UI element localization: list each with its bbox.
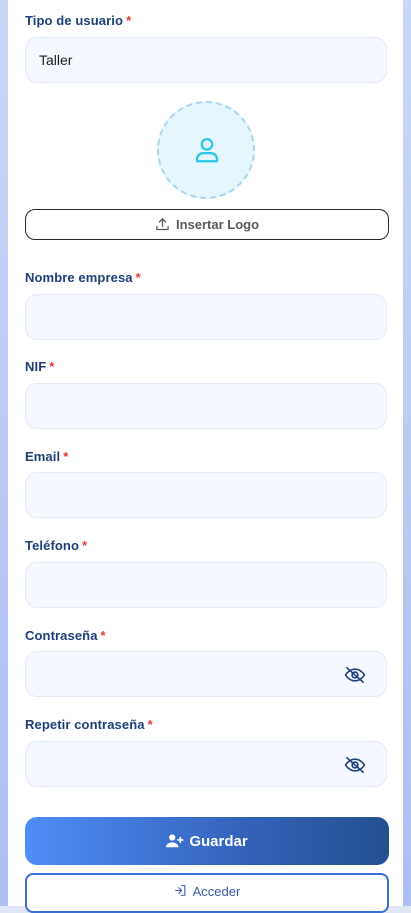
password-repeat-label: Repetir contraseña *: [25, 717, 153, 732]
register-form: Tipo de usuario * Taller Insertar Logo No…: [8, 0, 403, 913]
left-edge: [0, 0, 8, 906]
save-label: Guardar: [189, 832, 248, 850]
right-edge: [403, 0, 411, 906]
required-mark: *: [49, 359, 55, 374]
nif-label: NIF *: [25, 359, 55, 374]
email-label: Email *: [25, 449, 69, 464]
user-type-label: Tipo de usuario *: [25, 13, 132, 28]
company-name-input[interactable]: [25, 294, 387, 340]
password-repeat-input[interactable]: [25, 741, 387, 787]
email-input[interactable]: [25, 472, 387, 518]
login-icon: [174, 885, 186, 896]
required-mark: *: [135, 270, 141, 285]
password-input[interactable]: [25, 651, 387, 697]
user-type-select[interactable]: Taller: [25, 37, 387, 83]
save-button[interactable]: Guardar: [25, 817, 389, 865]
upload-icon: [156, 218, 169, 231]
user-plus-icon: [166, 834, 184, 848]
required-mark: *: [126, 13, 132, 28]
password-label: Contraseña *: [25, 628, 106, 643]
eye-off-icon[interactable]: [344, 756, 366, 774]
access-button[interactable]: Acceder: [25, 873, 389, 913]
user-type-value: Taller: [39, 52, 73, 68]
phone-input[interactable]: [25, 562, 387, 608]
logo-preview[interactable]: [157, 101, 255, 199]
nif-input[interactable]: [25, 383, 387, 429]
required-mark: *: [147, 717, 153, 732]
required-mark: *: [100, 628, 106, 643]
insert-logo-label: Insertar Logo: [175, 217, 260, 232]
access-label: Acceder: [192, 884, 241, 899]
phone-label: Teléfono *: [25, 538, 88, 553]
user-icon: [195, 138, 219, 163]
required-mark: *: [63, 449, 69, 464]
insert-logo-button[interactable]: Insertar Logo: [25, 209, 389, 240]
eye-off-icon[interactable]: [344, 666, 366, 684]
required-mark: *: [82, 538, 88, 553]
company-name-label: Nombre empresa *: [25, 270, 141, 285]
